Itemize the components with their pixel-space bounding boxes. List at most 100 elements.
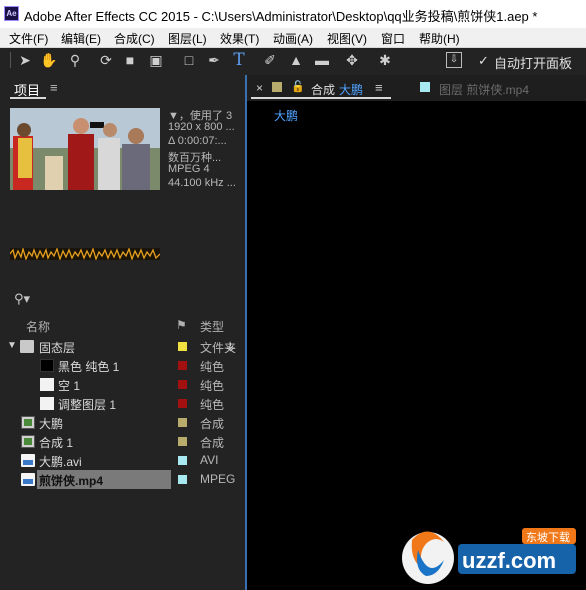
- project-panel: 项目 ≡ ▼，使用了 3 1920 x 800 ... Δ 0:00:07:..…: [0, 75, 243, 590]
- project-row-avi[interactable]: 大鹏.avi AVI: [0, 451, 243, 470]
- project-row-comp-dapeng[interactable]: 大鹏 合成: [0, 413, 243, 432]
- menu-bar: 文件(F) 编辑(E) 合成(C) 图层(L) 效果(T) 动画(A) 视图(V…: [0, 28, 586, 48]
- composition-panel: × 🔓 合成 大鹏 ≡ 图层 煎饼侠.mp4 大鹏: [247, 75, 586, 590]
- row-type: 纯色: [200, 398, 225, 412]
- flowchart-icon[interactable]: ⚶: [226, 340, 235, 353]
- solid-white-icon: [40, 397, 54, 410]
- menu-effect[interactable]: 效果(T): [220, 30, 259, 47]
- title-bar: Ae Adobe After Effects CC 2015 - C:\User…: [0, 0, 586, 28]
- footage-thumbnail: [10, 108, 160, 190]
- column-type-header[interactable]: 类型: [200, 318, 224, 335]
- label-color-swatch[interactable]: [178, 475, 187, 484]
- row-name: 固态层: [39, 341, 76, 355]
- row-type: 合成: [200, 417, 225, 431]
- row-name: 空 1: [58, 379, 81, 393]
- composition-tab-bar: × 🔓 合成 大鹏 ≡ 图层 煎饼侠.mp4: [247, 75, 586, 101]
- row-name: 大鹏.avi: [39, 455, 82, 469]
- row-type: 合成: [200, 436, 225, 450]
- row-name: 合成 1: [39, 436, 74, 450]
- menu-edit[interactable]: 编辑(E): [61, 30, 101, 47]
- active-tab-indicator: [251, 97, 391, 99]
- site-watermark-logo: uzzf.com 东坡下载: [402, 528, 576, 584]
- video-file-icon: [21, 473, 35, 486]
- project-row-null[interactable]: 空 1 纯色: [0, 375, 243, 394]
- video-file-icon: [21, 454, 35, 467]
- camera-icon[interactable]: ■: [121, 51, 139, 69]
- menu-animation[interactable]: 动画(A): [273, 30, 313, 47]
- label-color-swatch[interactable]: [178, 399, 187, 408]
- eraser-icon[interactable]: ▬: [313, 51, 331, 69]
- tab-composition-prefix[interactable]: 合成: [311, 81, 335, 98]
- row-type: 纯色: [200, 360, 225, 374]
- pen-icon[interactable]: ✒: [205, 51, 223, 69]
- zoom-icon[interactable]: ⚲: [66, 51, 84, 69]
- menu-layer[interactable]: 图层(L): [168, 30, 207, 47]
- label-color-swatch[interactable]: [178, 437, 187, 446]
- watermark-subtitle: 东坡下载: [526, 531, 570, 544]
- comp-label-swatch: [272, 82, 282, 92]
- row-type: MPEG: [200, 472, 236, 486]
- tab-composition-name[interactable]: 大鹏: [339, 81, 363, 98]
- disclosure-triangle-icon[interactable]: ▼: [7, 340, 17, 351]
- menu-help[interactable]: 帮助(H): [419, 30, 460, 47]
- auto-open-panels-label[interactable]: 自动打开面板: [494, 53, 572, 72]
- composition-icon: [21, 435, 35, 448]
- active-tab-indicator: [10, 97, 46, 99]
- row-type: 纯色: [200, 379, 225, 393]
- layer-label-swatch: [420, 82, 430, 92]
- row-name: 黑色 纯色 1: [58, 360, 120, 374]
- hand-icon[interactable]: ✋: [40, 51, 58, 69]
- pan-behind-icon[interactable]: ▣: [147, 51, 165, 69]
- project-row-folder[interactable]: ▼ 固态层 文件夹 ⚶: [0, 337, 243, 356]
- label-color-swatch[interactable]: [178, 418, 187, 427]
- workspace-icon[interactable]: ⇩: [446, 52, 462, 68]
- solid-black-icon: [40, 359, 54, 372]
- row-name: 调整图层 1: [58, 398, 117, 412]
- composition-icon: [21, 416, 35, 429]
- auto-open-checkbox[interactable]: ✓: [478, 53, 489, 69]
- label-color-swatch[interactable]: [178, 456, 187, 465]
- selection-icon[interactable]: ➤: [16, 51, 34, 69]
- footage-dimensions: 1920 x 800 ...: [168, 121, 235, 133]
- rotate-icon[interactable]: ⟳: [97, 51, 115, 69]
- composition-breadcrumb[interactable]: 大鹏: [274, 107, 298, 124]
- brush-icon[interactable]: ✐: [261, 51, 279, 69]
- search-icon[interactable]: ⚲▾: [14, 291, 32, 307]
- label-tag-icon[interactable]: ⚑: [176, 318, 187, 332]
- column-name-header[interactable]: 名称: [26, 318, 50, 335]
- project-tab-bar: 项目 ≡: [0, 75, 243, 101]
- rectangle-icon[interactable]: □: [180, 51, 198, 69]
- puppet-pin-icon[interactable]: ✱: [376, 51, 394, 69]
- audio-waveform: [10, 248, 160, 260]
- roto-brush-icon[interactable]: ✥: [343, 51, 361, 69]
- project-row-comp-1[interactable]: 合成 1 合成: [0, 432, 243, 451]
- lock-icon[interactable]: 🔓: [291, 80, 305, 93]
- window-title: Adobe After Effects CC 2015 - C:\Users\A…: [24, 9, 538, 24]
- menu-composition[interactable]: 合成(C): [114, 30, 155, 47]
- row-name: 大鹏: [39, 417, 64, 431]
- close-tab-icon[interactable]: ×: [256, 81, 263, 95]
- menu-view[interactable]: 视图(V): [327, 30, 367, 47]
- footage-audio-rate: 44.100 kHz ...: [168, 177, 236, 189]
- solid-white-icon: [40, 378, 54, 391]
- clone-stamp-icon[interactable]: ▲: [287, 51, 305, 69]
- text-icon[interactable]: T: [230, 51, 248, 69]
- after-effects-logo-icon: Ae: [4, 6, 19, 21]
- panel-menu-icon[interactable]: ≡: [50, 80, 58, 95]
- label-color-swatch[interactable]: [178, 342, 187, 351]
- tab-layer[interactable]: 图层 煎饼侠.mp4: [439, 81, 529, 98]
- project-row-adjustment-layer[interactable]: 调整图层 1 纯色: [0, 394, 243, 413]
- row-name: 煎饼侠.mp4: [39, 474, 104, 488]
- project-row-mp4[interactable]: 煎饼侠.mp4 MPEG: [0, 470, 243, 489]
- footage-codec: MPEG 4: [168, 163, 210, 175]
- label-color-swatch[interactable]: [178, 380, 187, 389]
- project-row-black-solid[interactable]: 黑色 纯色 1 纯色: [0, 356, 243, 375]
- row-type: AVI: [200, 453, 219, 467]
- menu-window[interactable]: 窗口: [381, 30, 405, 47]
- label-color-swatch[interactable]: [178, 361, 187, 370]
- toolbar-grip: [10, 52, 11, 68]
- panel-menu-icon[interactable]: ≡: [375, 80, 383, 95]
- footage-duration: Δ 0:00:07:...: [168, 135, 227, 147]
- watermark-text: uzzf.com: [462, 548, 556, 573]
- menu-file[interactable]: 文件(F): [9, 30, 48, 47]
